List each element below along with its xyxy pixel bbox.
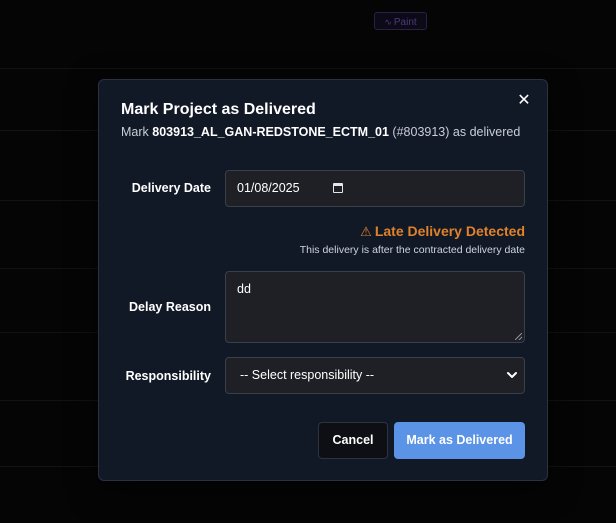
delivery-date-value: 01/08/2025 [237, 181, 300, 195]
background-divider [0, 68, 616, 69]
dialog-title: Mark Project as Delivered [121, 101, 316, 118]
responsibility-selected: -- Select responsibility -- [240, 368, 375, 382]
subtitle-suffix: as delivered [452, 125, 521, 139]
mark-delivered-dialog: ✕ Mark Project as Delivered Mark 803913_… [98, 79, 548, 481]
dialog-subtitle: Mark 803913_AL_GAN-REDSTONE_ECTM_01 (#80… [121, 125, 520, 139]
responsibility-select[interactable]: -- Select responsibility -- [225, 357, 525, 394]
warning-title-text: Late Delivery Detected [374, 223, 525, 239]
trend-icon: ∿ [384, 17, 392, 27]
background-badge: ∿ Paint [374, 12, 427, 30]
mark-as-delivered-button[interactable]: Mark as Delivered [394, 422, 525, 459]
late-delivery-warning: ⚠ Late Delivery Detected [360, 223, 525, 240]
cancel-button[interactable]: Cancel [318, 422, 388, 459]
calendar-icon[interactable] [333, 183, 343, 193]
warning-description: This delivery is after the contracted de… [299, 244, 525, 256]
delay-reason-label: Delay Reason [129, 300, 211, 314]
close-icon[interactable]: ✕ [516, 92, 532, 110]
delay-reason-value: dd [237, 282, 251, 296]
delivery-date-label: Delivery Date [131, 181, 211, 195]
background-badge-label: Paint [393, 17, 417, 28]
resize-handle-icon[interactable] [515, 333, 522, 340]
project-name: 803913_AL_GAN-REDSTONE_ECTM_01 [152, 125, 389, 139]
delay-reason-textarea[interactable]: dd [225, 271, 525, 343]
warning-icon: ⚠ [360, 224, 372, 239]
project-id: (#803913) [392, 125, 450, 139]
responsibility-label: Responsibility [125, 369, 211, 383]
delivery-date-input[interactable]: 01/08/2025 [225, 170, 525, 207]
chevron-down-icon [507, 372, 517, 378]
subtitle-prefix: Mark [121, 125, 149, 139]
